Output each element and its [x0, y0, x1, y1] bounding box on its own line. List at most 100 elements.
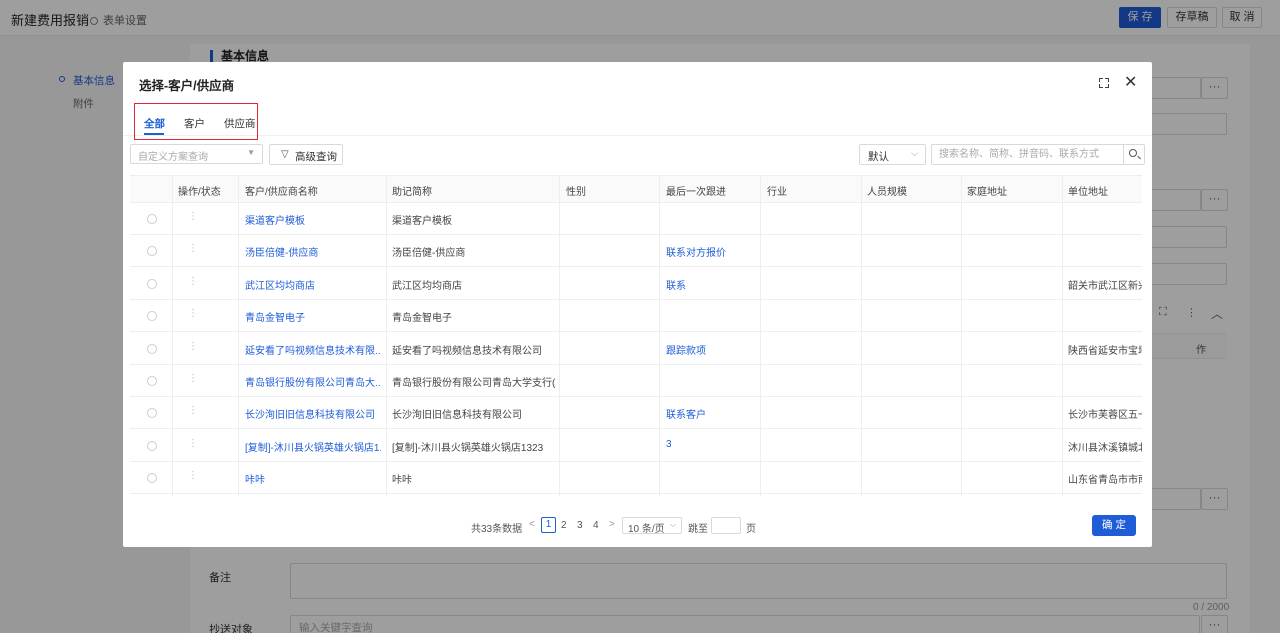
th-home-address: 家庭地址 [967, 187, 1007, 198]
th-name: 客户/供应商名称 [245, 187, 318, 198]
row-short-name: 青岛金智电子 [392, 313, 452, 325]
th-staff-size: 人员规模 [867, 187, 907, 198]
tabs-divider [123, 135, 1152, 136]
select-customer-supplier-dialog: 选择-客户/供应商 ✕ 全部 客户 供应商 自定义方案查询 ▼ ▽ 高级查询 默… [123, 62, 1152, 547]
row-select-radio[interactable] [147, 214, 157, 224]
row-more-icon[interactable]: ⋮ [188, 211, 198, 222]
row-more-icon[interactable]: ⋮ [188, 405, 198, 416]
row-name-link[interactable]: 延安看了吗视频信息技术有限... [245, 342, 381, 357]
advanced-query-button[interactable]: ▽ 高级查询 [269, 144, 343, 165]
row-name-link[interactable]: 长沙洵旧旧信息科技有限公司 [245, 406, 375, 421]
confirm-button[interactable]: 确 定 [1092, 515, 1136, 536]
filter-icon: ▽ [281, 149, 289, 160]
th-operation-status: 操作/状态 [178, 187, 221, 198]
row-select-radio[interactable] [147, 408, 157, 419]
fullscreen-icon[interactable] [1099, 78, 1109, 88]
row-more-icon[interactable]: ⋮ [188, 470, 198, 481]
row-select-radio[interactable] [147, 343, 157, 354]
pagination-total: 共33条数据 [471, 524, 523, 535]
table-row[interactable]: ⋮ 长沙洵旧旧信息科技有限公司 长沙洵旧旧信息科技有限公司 联系客户 长沙市芙蓉区五一 [130, 397, 1142, 430]
row-name-link[interactable]: 渠道客户模板 [245, 212, 305, 227]
chevron-down-icon: ⌵ [911, 148, 918, 158]
row-more-icon[interactable]: ⋮ [188, 276, 198, 287]
column-divider [861, 176, 862, 496]
row-company-address: 陕西省延安市宝塔 [1068, 345, 1142, 357]
table-row[interactable]: ⋮ 武江区均均商店 武江区均均商店 联系 韶关市武江区新兴 [130, 268, 1142, 300]
row-select-radio[interactable] [147, 440, 157, 451]
search-input[interactable] [931, 144, 1124, 165]
row-name-link[interactable]: 青岛金智电子 [245, 309, 305, 324]
th-company-address: 单位地址 [1068, 187, 1108, 198]
chevron-down-icon: ▼ [247, 148, 255, 157]
row-select-radio[interactable] [147, 376, 157, 386]
pagination-jump-label: 跳至 [688, 524, 708, 535]
row-last-follow-up[interactable]: 联系 [666, 277, 686, 292]
row-name-link[interactable]: 咔咔 [245, 471, 265, 486]
row-short-name: 渠道客户模板 [392, 216, 452, 227]
table-row[interactable]: ⋮ [复制]-沐川县火锅英雄火锅店1... [复制]-沐川县火锅英雄火锅店1323 3… [130, 430, 1142, 462]
row-select-radio[interactable] [147, 278, 157, 289]
customer-supplier-table: 操作/状态 客户/供应商名称 助记简称 性别 最后一次跟进 行业 人员规模 家庭… [130, 175, 1142, 496]
row-select-radio[interactable] [147, 311, 157, 322]
row-name-link[interactable]: 汤臣倍健-供应商 [245, 244, 318, 259]
table-row[interactable]: ⋮ 咔咔 咔咔 山东省青岛市市南 [130, 462, 1142, 495]
row-short-name: 咔咔 [392, 475, 412, 487]
table-row[interactable]: ⋮ 汤臣倍健-供应商 汤臣倍健-供应商 联系对方报价 [130, 235, 1142, 268]
pagination-page-4[interactable]: 4 [593, 520, 599, 531]
column-divider [961, 176, 962, 496]
column-divider [386, 176, 387, 496]
pagination-page-1[interactable]: 1 [541, 517, 556, 533]
row-last-follow-up[interactable]: 联系对方报价 [666, 244, 726, 259]
pagination-jump-input[interactable] [711, 517, 741, 534]
search-button[interactable] [1123, 144, 1145, 165]
row-last-follow-up[interactable]: 3 [666, 439, 672, 450]
row-last-follow-up[interactable]: 联系客户 [666, 406, 706, 421]
page-size-value: 10 条/页 [628, 524, 665, 535]
row-select-radio[interactable] [147, 473, 157, 484]
search-icon [1129, 149, 1137, 157]
th-industry: 行业 [767, 187, 787, 198]
table-row[interactable]: ⋮ 渠道客户模板 渠道客户模板 [130, 203, 1142, 235]
column-divider [659, 176, 660, 496]
table-row[interactable]: ⋮ 青岛银行股份有限公司青岛大... 青岛银行股份有限公司青岛大学支行(... [130, 365, 1142, 397]
row-company-address: 长沙市芙蓉区五一 [1068, 410, 1142, 422]
row-company-address: 山东省青岛市市南 [1068, 475, 1142, 487]
custom-scheme-placeholder: 自定义方案查询 [138, 152, 208, 163]
column-divider [172, 176, 173, 496]
row-more-icon[interactable]: ⋮ [188, 243, 198, 254]
tabs-highlight-box [134, 103, 258, 140]
pagination-prev-icon[interactable]: < [529, 519, 535, 530]
row-short-name: [复制]-沐川县火锅英雄火锅店1323 [392, 442, 544, 454]
page-size-select[interactable]: 10 条/页 ⌵ [622, 517, 682, 535]
row-more-icon[interactable]: ⋮ [188, 373, 198, 384]
row-name-link[interactable]: [复制]-沐川县火锅英雄火锅店1... [245, 439, 381, 454]
table-row[interactable]: ⋮ 延安看了吗视频信息技术有限... 延安看了吗视频信息技术有限公司 跟踪款项 陕西省延… [130, 333, 1142, 365]
row-short-name: 武江区均均商店 [392, 280, 462, 292]
table-header: 操作/状态 客户/供应商名称 助记简称 性别 最后一次跟进 行业 人员规模 家庭… [130, 176, 1142, 203]
advanced-query-label: 高级查询 [295, 151, 337, 163]
row-short-name: 延安看了吗视频信息技术有限公司 [392, 345, 542, 357]
chevron-down-icon: ⌵ [669, 520, 676, 529]
th-gender: 性别 [566, 187, 586, 198]
row-short-name: 汤臣倍健-供应商 [392, 248, 466, 260]
pagination-page-3[interactable]: 3 [577, 520, 583, 531]
close-icon[interactable]: ✕ [1124, 73, 1137, 93]
row-more-icon[interactable]: ⋮ [188, 438, 198, 449]
dialog-title: 选择-客户/供应商 [139, 79, 235, 93]
th-last-follow-up: 最后一次跟进 [666, 187, 726, 198]
row-name-link[interactable]: 青岛银行股份有限公司青岛大... [245, 374, 381, 389]
table-row[interactable]: ⋮ 青岛金智电子 青岛金智电子 [130, 300, 1142, 333]
row-select-radio[interactable] [147, 246, 157, 257]
sort-select[interactable]: 默认 ⌵ [859, 144, 926, 165]
pagination-page-2[interactable]: 2 [561, 520, 567, 531]
row-short-name: 青岛银行股份有限公司青岛大学支行(... [392, 378, 556, 389]
row-company-address: 韶关市武江区新兴 [1068, 280, 1142, 292]
pagination-next-icon[interactable]: > [609, 519, 615, 530]
row-more-icon[interactable]: ⋮ [188, 308, 198, 319]
custom-scheme-select[interactable]: 自定义方案查询 ▼ [130, 144, 263, 164]
th-short-name: 助记简称 [392, 187, 432, 198]
row-name-link[interactable]: 武江区均均商店 [245, 277, 315, 292]
row-last-follow-up[interactable]: 跟踪款项 [666, 342, 706, 357]
row-more-icon[interactable]: ⋮ [188, 341, 198, 352]
row-short-name: 长沙洵旧旧信息科技有限公司 [392, 410, 522, 422]
